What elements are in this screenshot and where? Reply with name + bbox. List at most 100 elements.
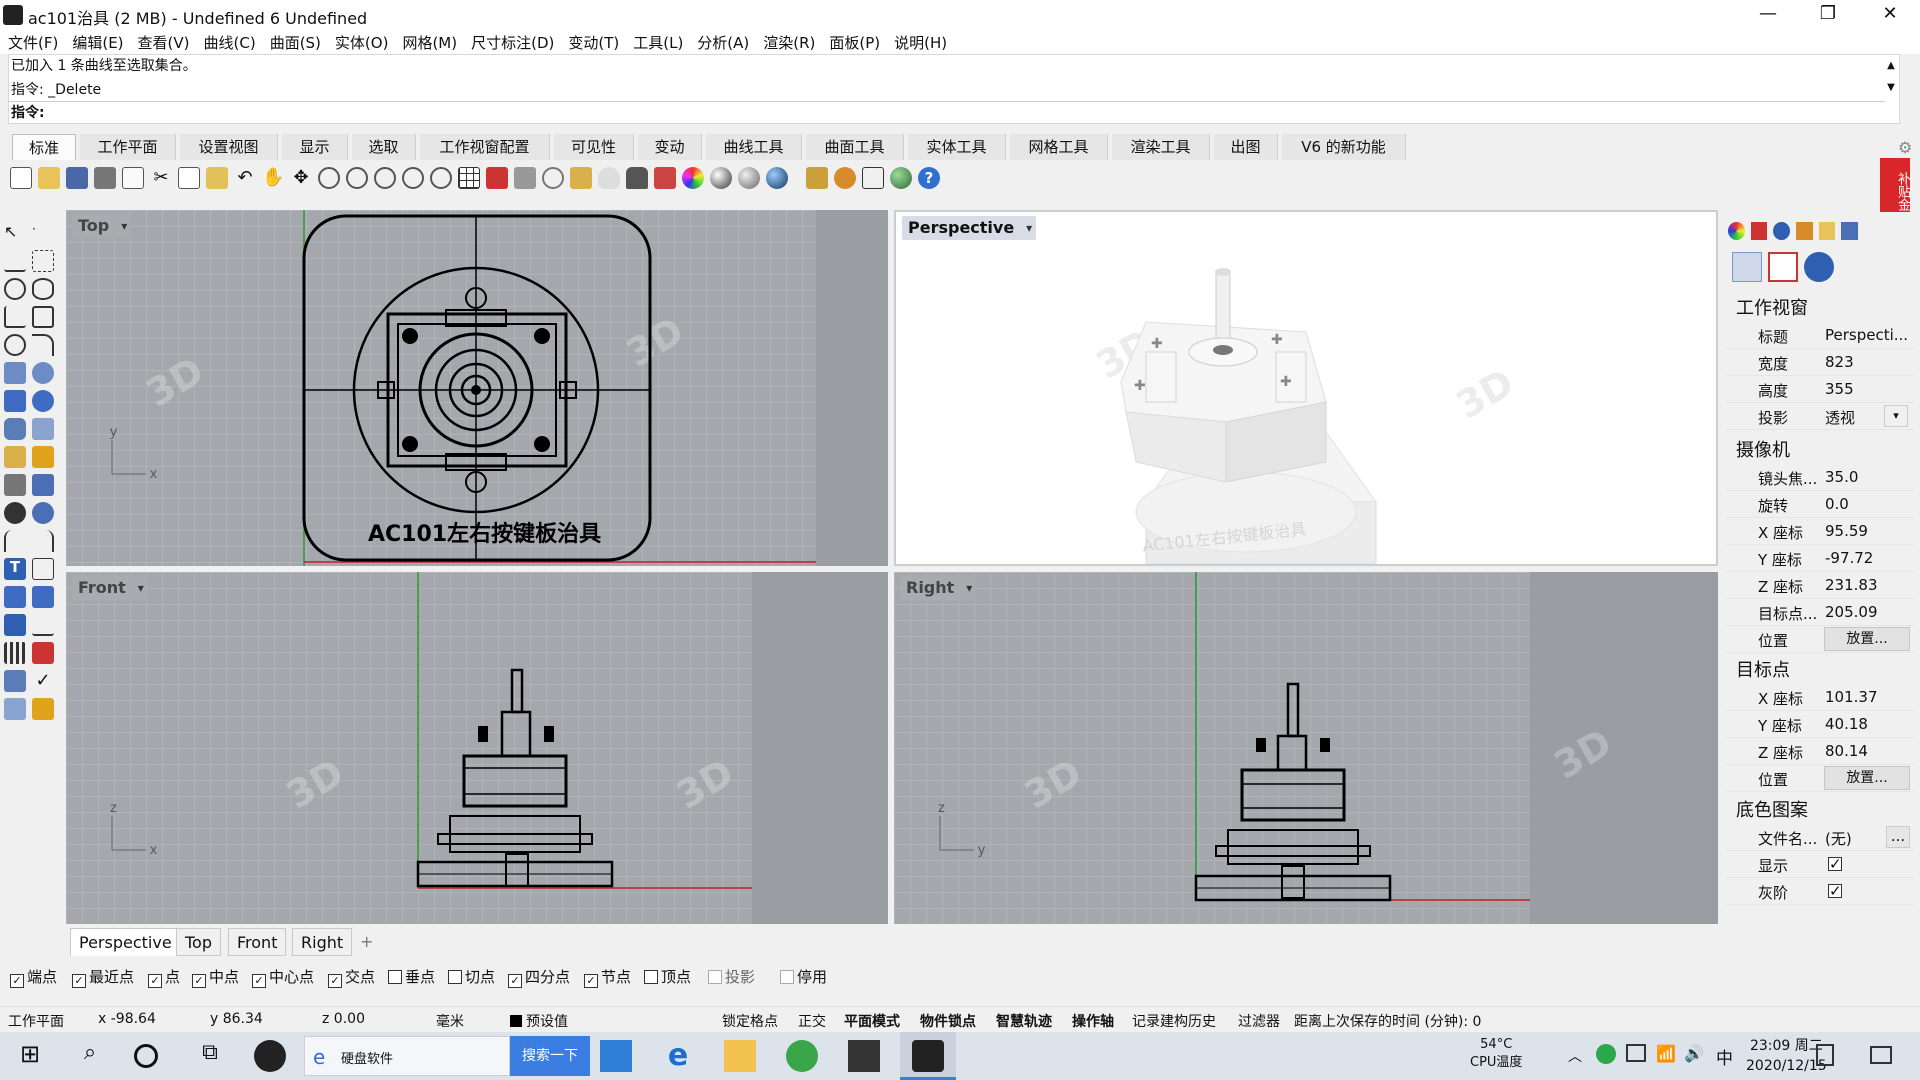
polyline-icon[interactable] — [4, 250, 26, 272]
group-icon[interactable] — [4, 502, 26, 524]
status-cplane[interactable]: 工作平面 — [8, 1011, 64, 1031]
tab-display[interactable]: 显示 — [282, 134, 348, 160]
color-wheel-icon[interactable] — [1728, 222, 1745, 240]
menu-mesh[interactable]: 网格(M) — [394, 30, 463, 54]
osnap-tan[interactable]: 切点 — [448, 964, 495, 990]
property-value[interactable]: Perspecti... — [1825, 326, 1908, 344]
osnap-near[interactable]: ✓ 最近点 — [72, 964, 134, 990]
target-place-button[interactable]: 放置... — [1824, 766, 1910, 790]
brush-icon[interactable] — [1796, 222, 1813, 240]
fillet-icon[interactable] — [32, 334, 54, 356]
browser-search-box[interactable]: e 硬盘软件 — [304, 1036, 510, 1076]
tab-cplanes[interactable]: 工作平面 — [80, 134, 176, 160]
dimension-icon[interactable] — [4, 474, 26, 496]
property-value[interactable]: 95.59 — [1825, 522, 1868, 540]
osnap-quad[interactable]: ✓ 四分点 — [508, 964, 570, 990]
vp-tab-top[interactable]: Top — [176, 928, 221, 956]
rhino-taskbar-button[interactable] — [900, 1032, 956, 1080]
property-value[interactable]: 40.18 — [1825, 715, 1868, 733]
viewport-label-perspective[interactable]: Perspective — [902, 216, 1037, 240]
store-icon[interactable] — [848, 1040, 880, 1072]
restore-button[interactable]: ❐ — [1800, 0, 1856, 30]
osnap-checkbox[interactable]: ✓ — [148, 974, 162, 988]
menu-view[interactable]: 查看(V) — [130, 30, 196, 54]
block-icon[interactable] — [32, 502, 54, 524]
osnap-checkbox[interactable]: ✓ — [10, 974, 24, 988]
osnap-perp[interactable]: 垂点 — [388, 964, 435, 990]
lightbulb-icon[interactable] — [598, 167, 620, 189]
color-wheel-icon[interactable] — [682, 167, 704, 189]
mirror-icon[interactable] — [32, 642, 54, 664]
osnap-vertex[interactable]: 顶点 — [644, 964, 691, 990]
osnap-checkbox[interactable] — [388, 970, 402, 984]
check-icon[interactable]: ✓ — [32, 670, 54, 692]
menu-tools[interactable]: 工具(L) — [625, 30, 689, 54]
property-value[interactable]: 101.37 — [1825, 688, 1878, 706]
undo-view-icon[interactable] — [430, 167, 452, 189]
help-icon[interactable]: ? — [918, 167, 940, 189]
property-value[interactable]: 35.0 — [1825, 468, 1858, 486]
osnap-end[interactable]: ✓ 端点 — [10, 964, 57, 990]
plugin-icon[interactable] — [890, 167, 912, 189]
menu-solid[interactable]: 实体(O) — [327, 30, 395, 54]
property-value[interactable]: 823 — [1825, 353, 1854, 371]
property-value[interactable]: 355 — [1825, 380, 1854, 398]
show-objects-icon[interactable] — [542, 167, 564, 189]
mail-icon[interactable] — [600, 1040, 632, 1072]
vp-tab-perspective[interactable]: Perspective — [70, 928, 181, 956]
viewport-label-right[interactable]: Right — [900, 576, 977, 600]
zoom-icon[interactable] — [318, 167, 340, 189]
hide-objects-icon[interactable] — [514, 167, 536, 189]
viewport-layout-icon[interactable] — [458, 167, 480, 189]
network-app-icon[interactable] — [1596, 1044, 1616, 1064]
volume-icon[interactable]: 🔊 — [1684, 1044, 1704, 1063]
join-icon[interactable]: T — [4, 558, 26, 580]
osnap-checkbox[interactable] — [448, 970, 462, 984]
text-icon[interactable] — [32, 474, 54, 496]
add-viewport-tab-button[interactable]: + — [352, 928, 382, 956]
cortana-icon[interactable] — [134, 1044, 158, 1068]
browser-360-icon[interactable] — [786, 1040, 818, 1072]
lock-icon[interactable] — [626, 167, 648, 189]
revolve-icon[interactable] — [32, 362, 54, 384]
undo-icon[interactable]: ↶ — [234, 167, 256, 189]
property-value[interactable]: -97.72 — [1825, 549, 1873, 567]
options-gear-icon[interactable] — [834, 167, 856, 189]
search-icon[interactable]: ⌕ — [74, 1040, 106, 1072]
tab-drafting[interactable]: 出图 — [1214, 134, 1278, 160]
rotate-icon[interactable] — [4, 614, 26, 636]
zoom-extents-icon[interactable] — [374, 167, 396, 189]
property-value[interactable]: 透视 — [1825, 407, 1855, 428]
boolean-icon[interactable] — [32, 390, 54, 412]
tab-set-view[interactable]: 设置视图 — [180, 134, 278, 160]
tab-viewport-layout[interactable]: 工作视窗配置 — [420, 134, 550, 160]
tab-new-in-v6[interactable]: V6 的新功能 — [1282, 134, 1406, 160]
analyze-icon[interactable] — [4, 670, 26, 692]
array-icon[interactable] — [4, 642, 26, 664]
osnap-point[interactable]: ✓ 点 — [148, 964, 180, 990]
status-history[interactable]: 记录建构历史 — [1132, 1011, 1216, 1031]
named-views-icon[interactable] — [1804, 252, 1834, 282]
clock[interactable]: 23:09 周二 2020/12/15 — [1746, 1036, 1827, 1076]
property-value[interactable]: (无) — [1825, 828, 1852, 849]
rectangle-icon[interactable] — [32, 306, 54, 328]
menu-analyze[interactable]: 分析(A) — [689, 30, 755, 54]
split-icon[interactable] — [32, 530, 54, 552]
wallpaper-grayscale-checkbox[interactable]: ✓ — [1828, 884, 1842, 899]
tab-solid-tools[interactable]: 实体工具 — [908, 134, 1006, 160]
property-value[interactable]: 0.0 — [1825, 495, 1849, 513]
chevron-down-icon[interactable]: ▾ — [1884, 405, 1908, 427]
render-icon[interactable] — [766, 167, 788, 189]
arc-icon[interactable] — [4, 306, 26, 328]
cylinder-icon[interactable] — [4, 418, 26, 440]
osnap-checkbox[interactable]: ✓ — [328, 974, 342, 988]
tab-curve-tools[interactable]: 曲线工具 — [706, 134, 802, 160]
browse-file-button[interactable]: ... — [1886, 826, 1910, 848]
tab-mesh-tools[interactable]: 网格工具 — [1010, 134, 1108, 160]
osnap-checkbox[interactable] — [644, 970, 658, 984]
move-icon[interactable] — [4, 586, 26, 608]
edge-icon[interactable]: e — [662, 1040, 694, 1072]
tab-visibility[interactable]: 可见性 — [554, 134, 634, 160]
status-layer[interactable]: 预设值 — [510, 1011, 568, 1031]
menu-surface[interactable]: 曲面(S) — [262, 30, 327, 54]
